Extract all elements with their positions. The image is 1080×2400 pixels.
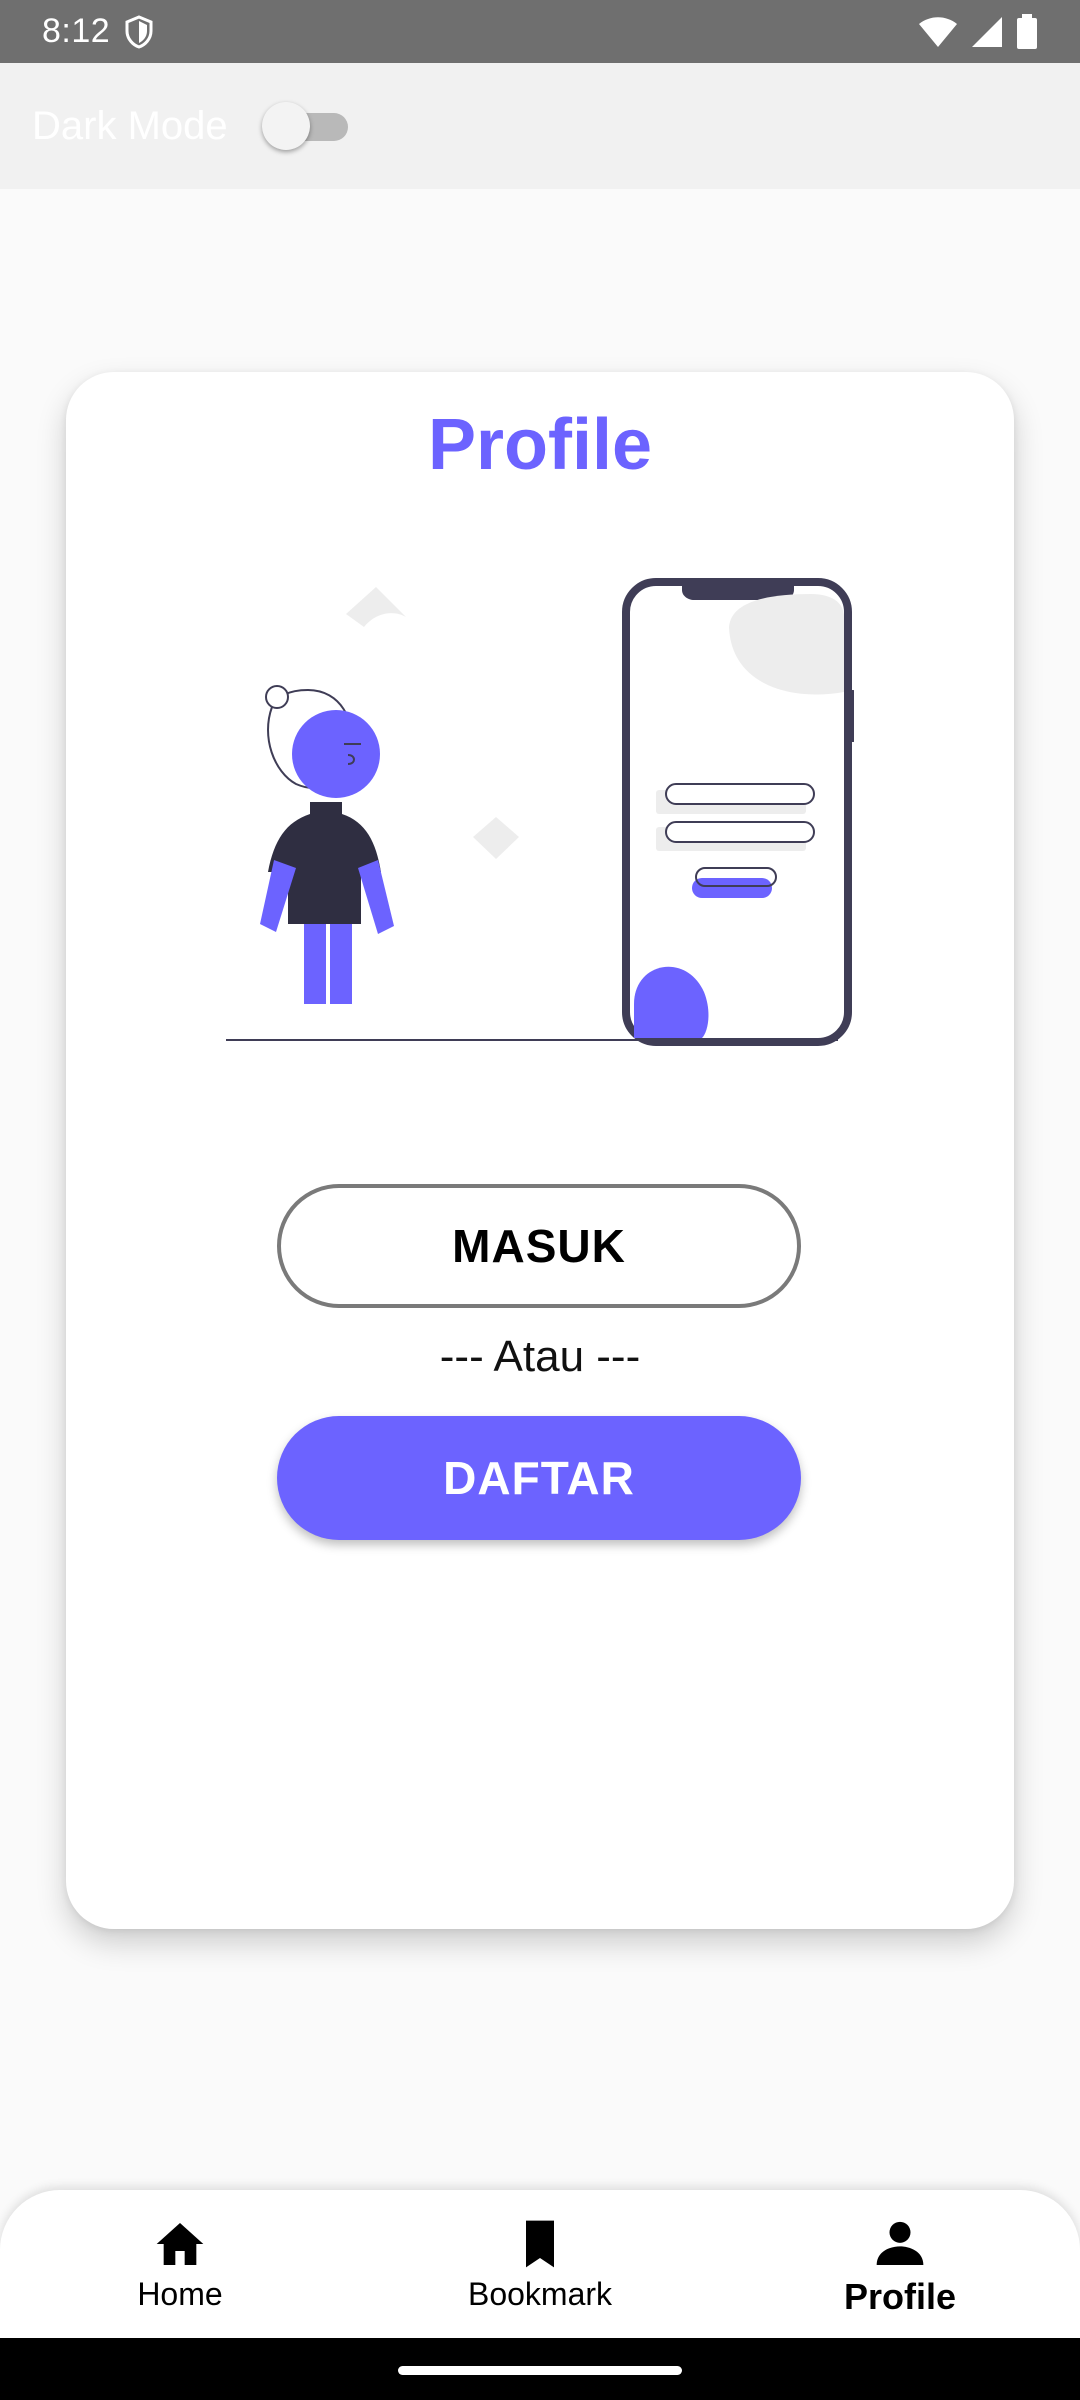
status-time: 8:12 [42,12,111,50]
bottom-navigation: Home Bookmark Profile [0,2190,1080,2338]
nav-label-profile: Profile [843,2276,957,2317]
nav-item-profile[interactable]: Profile [720,2190,1080,2338]
nav-item-home[interactable]: Home [0,2190,360,2338]
bookmark-icon [526,2220,554,2268]
wifi-icon [919,16,957,47]
person-icon [876,2221,924,2265]
login-button[interactable]: MASUK [277,1184,801,1308]
register-button[interactable]: DAFTAR [277,1416,801,1540]
system-gesture-bar [0,2338,1080,2400]
nav-label-bookmark: Bookmark [467,2276,613,2312]
battery-icon [1017,13,1037,49]
signal-icon [972,16,1002,47]
status-icons [918,13,1038,50]
page-title: Profile [427,405,653,485]
nav-label-home: Home [137,2276,223,2312]
nav-item-bookmark[interactable]: Bookmark [360,2190,720,2338]
home-icon [156,2223,204,2265]
status-bar: 8:12 [0,0,1080,63]
top-bar: Dark Mode [0,63,1080,189]
home-gesture-handle[interactable] [398,2366,682,2375]
shield-icon [125,14,153,49]
profile-card: Profile MASUK --- Atau --- DAFTAR [66,372,1014,1929]
dark-mode-switch[interactable] [261,98,348,154]
switch-thumb [261,102,310,150]
dark-mode-label: Dark Mode [32,103,228,148]
or-separator: --- Atau --- [439,1332,641,1381]
login-illustration [226,578,854,1046]
